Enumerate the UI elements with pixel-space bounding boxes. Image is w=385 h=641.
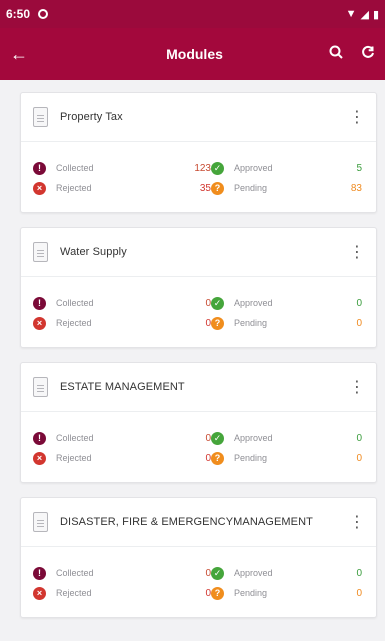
collected-value: 123 bbox=[194, 162, 211, 174]
rejected-value: 0 bbox=[205, 452, 211, 464]
collected-label: Collected bbox=[56, 298, 94, 308]
approved-icon: ✓ bbox=[211, 431, 224, 445]
module-card-property-tax[interactable]: Property Tax ⋮ ! Collected 123 ✓ Approve… bbox=[20, 92, 377, 213]
rejected-icon: × bbox=[33, 586, 46, 600]
rejected-value: 0 bbox=[205, 587, 211, 599]
approved-value: 0 bbox=[356, 567, 362, 579]
collected-value: 0 bbox=[205, 567, 211, 579]
module-card-disaster-fire-emergency[interactable]: DISASTER, FIRE & EMERGENCYMANAGEMENT ⋮ !… bbox=[20, 497, 377, 618]
refresh-icon bbox=[362, 45, 374, 58]
approved-icon: ✓ bbox=[211, 296, 224, 310]
pending-label: Pending bbox=[234, 453, 268, 463]
rejected-value: 0 bbox=[205, 317, 211, 329]
wifi-icon: ▼ bbox=[345, 8, 357, 20]
pending-value: 0 bbox=[356, 587, 362, 599]
status-bar: 6:50 ▼ ◢ ▮ bbox=[0, 0, 385, 28]
approved-label: Approved bbox=[234, 163, 273, 173]
rejected-label: Rejected bbox=[56, 183, 92, 193]
kebab-menu-button[interactable]: ⋮ bbox=[348, 242, 366, 262]
approved-label: Approved bbox=[234, 298, 273, 308]
collected-label: Collected bbox=[56, 568, 94, 578]
module-title: ESTATE MANAGEMENT bbox=[60, 381, 185, 393]
approved-icon: ✓ bbox=[211, 161, 224, 175]
document-icon bbox=[33, 377, 48, 397]
approved-value: 5 bbox=[356, 162, 362, 174]
collected-icon: ! bbox=[33, 296, 46, 310]
kebab-menu-button[interactable]: ⋮ bbox=[348, 512, 366, 532]
pending-value: 83 bbox=[350, 182, 362, 194]
rejected-icon: × bbox=[33, 316, 46, 330]
pending-icon: ? bbox=[211, 316, 224, 330]
rejected-icon: × bbox=[33, 181, 46, 195]
rejected-icon: × bbox=[33, 451, 46, 465]
module-card-estate-management[interactable]: ESTATE MANAGEMENT ⋮ ! Collected 0 ✓ Appr… bbox=[20, 362, 377, 483]
back-button[interactable]: ← bbox=[10, 44, 50, 65]
module-title: DISASTER, FIRE & EMERGENCYMANAGEMENT bbox=[60, 516, 313, 528]
module-card-water-supply[interactable]: Water Supply ⋮ ! Collected 0 ✓ Approved … bbox=[20, 227, 377, 348]
collected-icon: ! bbox=[33, 161, 46, 175]
page-title: Modules bbox=[166, 46, 223, 62]
pending-icon: ? bbox=[211, 181, 224, 195]
collected-icon: ! bbox=[33, 566, 46, 580]
pending-label: Pending bbox=[234, 588, 268, 598]
search-icon bbox=[329, 45, 343, 59]
approved-value: 0 bbox=[356, 297, 362, 309]
document-icon bbox=[33, 512, 48, 532]
search-button[interactable] bbox=[329, 45, 343, 64]
rejected-label: Rejected bbox=[56, 318, 92, 328]
collected-icon: ! bbox=[33, 431, 46, 445]
collected-label: Collected bbox=[56, 163, 94, 173]
document-icon bbox=[33, 242, 48, 262]
module-title: Property Tax bbox=[60, 111, 123, 123]
signal-icon: ◢ bbox=[360, 8, 369, 21]
pending-label: Pending bbox=[234, 318, 268, 328]
module-list: Property Tax ⋮ ! Collected 123 ✓ Approve… bbox=[20, 92, 377, 632]
pending-label: Pending bbox=[234, 183, 268, 193]
battery-icon: ▮ bbox=[372, 8, 379, 21]
kebab-menu-button[interactable]: ⋮ bbox=[348, 377, 366, 397]
document-icon bbox=[33, 107, 48, 127]
collected-label: Collected bbox=[56, 433, 94, 443]
app-bar: ← Modules bbox=[0, 28, 385, 80]
status-time: 6:50 bbox=[6, 7, 31, 21]
kebab-menu-button[interactable]: ⋮ bbox=[348, 107, 366, 127]
pending-value: 0 bbox=[356, 317, 362, 329]
rejected-value: 35 bbox=[199, 182, 211, 194]
notification-icon bbox=[38, 9, 49, 19]
approved-icon: ✓ bbox=[211, 566, 224, 580]
approved-label: Approved bbox=[234, 433, 273, 443]
approved-value: 0 bbox=[356, 432, 362, 444]
refresh-button[interactable] bbox=[361, 45, 375, 64]
collected-value: 0 bbox=[205, 432, 211, 444]
approved-label: Approved bbox=[234, 568, 273, 578]
pending-value: 0 bbox=[356, 452, 362, 464]
rejected-label: Rejected bbox=[56, 453, 92, 463]
collected-value: 0 bbox=[205, 297, 211, 309]
rejected-label: Rejected bbox=[56, 588, 92, 598]
module-title: Water Supply bbox=[60, 246, 127, 258]
pending-icon: ? bbox=[211, 451, 224, 465]
arrow-left-icon: ← bbox=[10, 43, 28, 64]
pending-icon: ? bbox=[211, 586, 224, 600]
